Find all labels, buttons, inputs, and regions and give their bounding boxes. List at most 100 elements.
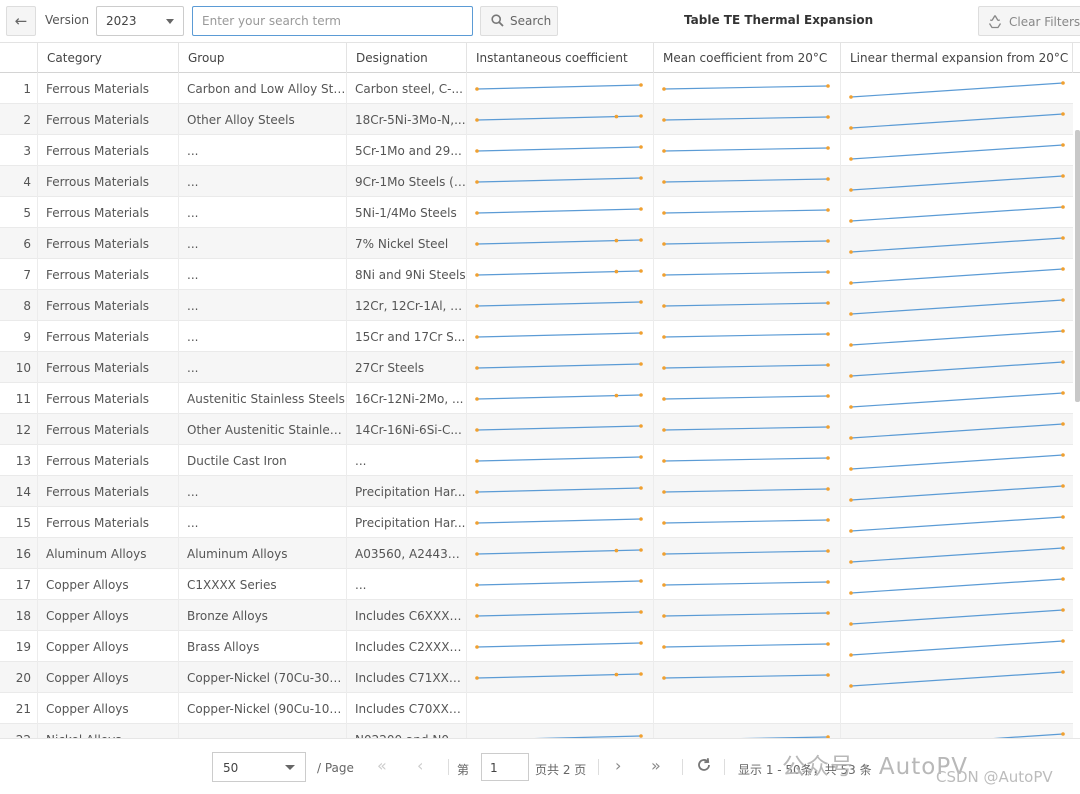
sparkline-marker — [826, 456, 830, 460]
search-input[interactable] — [192, 6, 473, 36]
sparkline-marker — [826, 208, 830, 212]
sparkline-line — [663, 581, 829, 586]
page-number-input[interactable]: 1 — [481, 753, 529, 781]
back-button[interactable]: ← — [6, 6, 36, 36]
row-number: 1 — [23, 82, 31, 96]
clear-filters-button[interactable]: Clear Filters — [978, 6, 1080, 36]
sparkline-marker — [662, 87, 666, 91]
sparkline-marker — [475, 645, 479, 649]
sparkline-mean — [662, 580, 830, 587]
sparkline-marker — [849, 95, 853, 99]
table-row[interactable]: 1 Ferrous Materials Carbon and Low Alloy S… — [0, 73, 1073, 104]
cell-group: C1XXXX Series — [187, 578, 277, 592]
first-page-icon[interactable]: « — [377, 756, 387, 775]
column-divider — [653, 73, 654, 738]
row-number: 15 — [15, 516, 31, 530]
column-header-designation[interactable]: Designation — [346, 43, 466, 73]
search-button[interactable]: Search — [480, 6, 558, 36]
sparkline-line — [663, 643, 829, 648]
sparkline-marker — [662, 459, 666, 463]
version-select[interactable]: 2023 — [96, 6, 184, 36]
table-row[interactable]: 9 Ferrous Materials... 15Cr and 17Cr S... — [0, 321, 1073, 352]
cell-category: Copper Alloys — [46, 702, 129, 716]
table-row[interactable]: 22Nickel Alloys...N02200 and N0... — [0, 724, 1073, 738]
sparkline-marker — [1061, 329, 1065, 333]
table-row[interactable]: 2 Ferrous Materials Other Alloy Steels 18Cr… — [0, 104, 1073, 135]
cell-category: Copper Alloys — [46, 578, 129, 592]
separator — [724, 759, 725, 775]
table-row[interactable]: 12 Ferrous Materials Other Austenitic Stai… — [0, 414, 1073, 445]
row-number: 8 — [23, 299, 31, 313]
sparkline-marker — [662, 552, 666, 556]
sparkline-instantaneous — [534, 734, 643, 738]
table-row[interactable]: 8 Ferrous Materials... 12Cr, 12Cr-1Al, 1..… — [0, 290, 1073, 321]
sparkline-marker — [1061, 577, 1065, 581]
sparkline-mean — [662, 456, 830, 463]
sparkline-mean — [662, 84, 830, 91]
table-row[interactable]: 17 Copper Alloys C1XXXX Series... — [0, 569, 1073, 600]
sparkline-instantaneous — [475, 269, 643, 277]
sparkline-marker — [614, 393, 619, 398]
sparkline-instantaneous — [475, 207, 643, 215]
cell-category: Ferrous Materials — [46, 144, 150, 158]
column-header-category[interactable]: Category — [37, 43, 178, 73]
sparkline-marker — [662, 614, 666, 618]
table-row[interactable]: 7 Ferrous Materials... 8Ni and 9Ni Steels — [0, 259, 1073, 290]
column-header-group[interactable]: Group — [178, 43, 346, 73]
table-row[interactable]: 19 Copper Alloys Brass Alloys Includes C2XX… — [0, 631, 1073, 662]
sparkline-marker — [639, 331, 643, 335]
sparkline-marker — [1061, 639, 1065, 643]
cell-category: Ferrous Materials — [46, 113, 150, 127]
column-header-linear[interactable]: Linear thermal expansion from 20°C — [840, 43, 1073, 73]
cell-category: Ferrous Materials — [46, 330, 150, 344]
sparkline-marker — [639, 114, 643, 118]
scrollbar-thumb[interactable] — [1075, 130, 1080, 402]
sparkline-marker — [1061, 236, 1065, 240]
sparkline-instantaneous — [475, 548, 643, 556]
cell-designation: A03560, A24430,... — [355, 547, 466, 561]
table-row[interactable]: 21 Copper Alloys Copper-Nickel (90Cu-10Ni)… — [0, 693, 1073, 724]
table-row[interactable]: 5 Ferrous Materials... 5Ni-1/4Mo Steels — [0, 197, 1073, 228]
cell-category: Ferrous Materials — [46, 454, 150, 468]
table-row[interactable]: 16 Aluminum Alloys Aluminum Alloys A03560, … — [0, 538, 1073, 569]
sparkline-mean — [662, 425, 830, 432]
cell-category: Ferrous Materials — [46, 206, 150, 220]
sparkline-mean — [662, 611, 830, 618]
table-row[interactable]: 15 Ferrous Materials... Precipitation Har.… — [0, 507, 1073, 538]
sparkline-marker — [614, 548, 619, 553]
next-page-icon[interactable]: › — [615, 756, 621, 775]
table-row[interactable]: 6 Ferrous Materials... 7% Nickel Steel — [0, 228, 1073, 259]
table-row[interactable]: 10 Ferrous Materials... 27Cr Steels — [0, 352, 1073, 383]
cell-group: ... — [187, 330, 199, 344]
column-header-mean[interactable]: Mean coefficient from 20°C — [653, 43, 840, 73]
prev-page-icon[interactable]: ‹ — [417, 756, 423, 775]
table-row[interactable]: 3 Ferrous Materials... 5Cr-1Mo and 29... — [0, 135, 1073, 166]
table-row[interactable]: 20 Copper Alloys Copper-Nickel (70Cu-30Ni)… — [0, 662, 1073, 693]
cell-designation: 5Ni-1/4Mo Steels — [355, 206, 457, 220]
sparkline-marker — [475, 149, 479, 153]
table-row[interactable]: 14 Ferrous Materials... Precipitation Har.… — [0, 476, 1073, 507]
cell-group: ... — [187, 268, 199, 282]
table-row[interactable]: 18 Copper Alloys Bronze Alloys Includes C6X… — [0, 600, 1073, 631]
page-size-select[interactable]: 50 — [212, 752, 306, 782]
sparkline-marker — [826, 115, 830, 119]
sparkline-instantaneous — [475, 455, 643, 463]
table-row[interactable]: 11 Ferrous Materials Austenitic Stainless … — [0, 383, 1073, 414]
sparkline-line — [663, 550, 829, 555]
page-size-value: 50 — [223, 761, 239, 775]
table-row[interactable]: 13 Ferrous Materials Ductile Cast Iron... — [0, 445, 1073, 476]
last-page-icon[interactable]: » — [651, 756, 661, 775]
sparkline-marker — [1061, 453, 1065, 457]
cell-category: Ferrous Materials — [46, 175, 150, 189]
sparkline-marker — [826, 549, 830, 553]
cell-designation: 18Cr-5Ni-3Mo-N,... — [355, 113, 466, 127]
cell-group: Carbon and Low Alloy Ste... — [187, 82, 346, 96]
table-row[interactable]: 4 Ferrous Materials... 9Cr-1Mo Steels (I..… — [0, 166, 1073, 197]
sparkline-line — [850, 175, 1064, 191]
sparkline-linear — [849, 453, 1065, 471]
refresh-button[interactable] — [696, 757, 712, 777]
sparkline-line — [850, 485, 1064, 501]
pagination-bar: 50 / Page « ‹ 第 1 页共 2 页 › » 显示 1 - 50条，… — [0, 738, 1080, 794]
column-header-instantaneous[interactable]: Instantaneous coefficient — [466, 43, 653, 73]
cell-group: Brass Alloys — [187, 640, 260, 654]
